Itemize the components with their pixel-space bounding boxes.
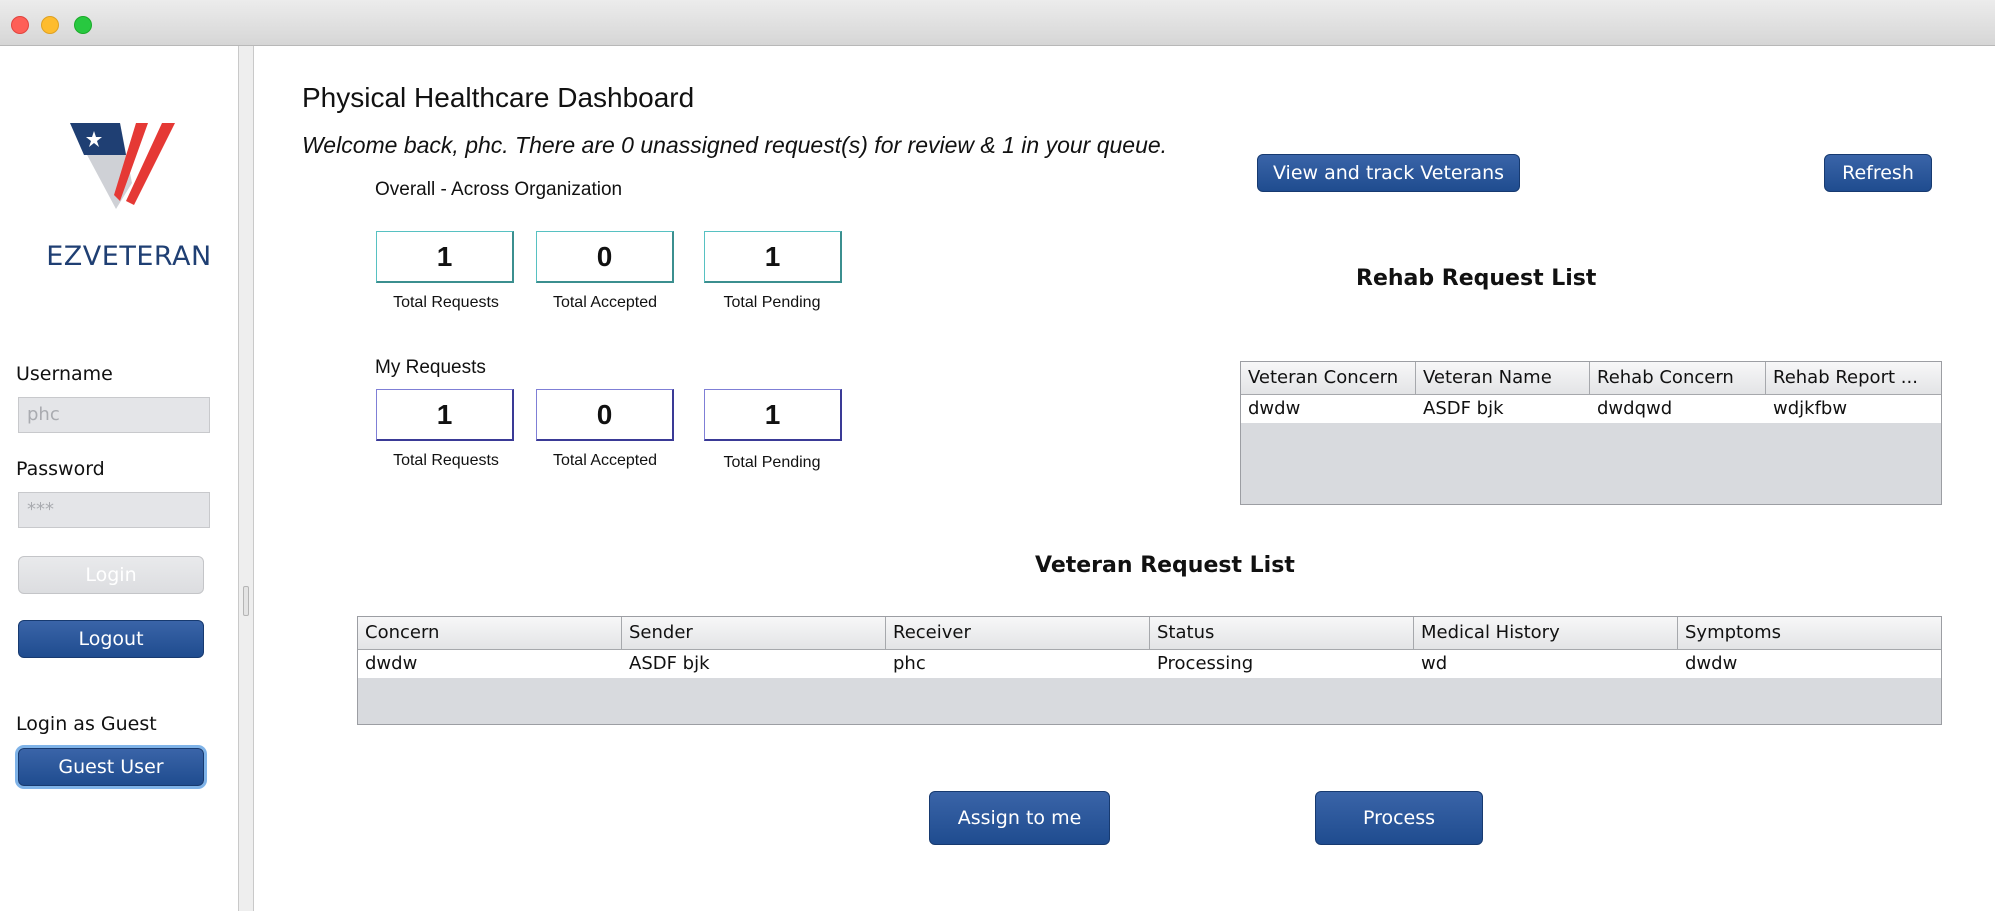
veteran-col-receiver[interactable]: Receiver	[886, 617, 1150, 649]
veteran-cell-status: Processing	[1157, 653, 1254, 674]
guest-label: Login as Guest	[16, 713, 157, 735]
veteran-table-header: Concern Sender Receiver Status Medical H…	[358, 617, 1941, 650]
rehab-cell-veteran-concern: dwdw	[1248, 398, 1301, 419]
rehab-request-list-title: Rehab Request List	[1356, 266, 1597, 291]
my-total-accepted-value: 0	[536, 389, 674, 441]
split-pane-divider[interactable]	[238, 46, 254, 911]
veteran-cell-symptoms: dwdw	[1685, 653, 1738, 674]
veteran-cell-medical-history: wd	[1421, 653, 1448, 674]
close-window-button[interactable]	[11, 16, 29, 34]
table-row[interactable]: dwdw ASDF bjk dwdqwd wdjkfbw	[1241, 395, 1941, 423]
overall-total-accepted-value: 0	[536, 231, 674, 283]
veteran-cell-receiver: phc	[893, 653, 926, 674]
veteran-cell-concern: dwdw	[365, 653, 418, 674]
password-label: Password	[16, 458, 105, 480]
ezveteran-logo	[70, 123, 175, 209]
process-button[interactable]: Process	[1315, 791, 1483, 845]
veteran-col-sender[interactable]: Sender	[622, 617, 886, 649]
rehab-col-rehab-report[interactable]: Rehab Report ...	[1766, 362, 1941, 394]
minimize-window-button[interactable]	[41, 16, 59, 34]
veteran-request-table: Concern Sender Receiver Status Medical H…	[357, 616, 1942, 725]
rehab-col-rehab-concern[interactable]: Rehab Concern	[1590, 362, 1766, 394]
my-total-requests-caption: Total Requests	[393, 452, 499, 469]
my-requests-section-label: My Requests	[375, 357, 486, 378]
my-total-pending-value: 1	[704, 389, 842, 441]
overall-total-pending-value: 1	[704, 231, 842, 283]
login-button[interactable]: Login	[18, 556, 204, 594]
overall-total-accepted-caption: Total Accepted	[552, 294, 658, 311]
app-window: EZVETERAN Username phc Password *** Logi…	[0, 0, 1995, 911]
assign-to-me-button[interactable]: Assign to me	[929, 791, 1110, 845]
overall-total-pending-caption: Total Pending	[723, 294, 821, 311]
overall-total-requests-caption: Total Requests	[393, 294, 499, 311]
overall-section-label: Overall - Across Organization	[375, 179, 623, 200]
guest-user-button[interactable]: Guest User	[18, 748, 204, 786]
logout-button[interactable]: Logout	[18, 620, 204, 658]
divider-grip-handle[interactable]	[243, 586, 249, 616]
veteran-cell-sender: ASDF bjk	[629, 653, 710, 674]
zoom-window-button[interactable]	[74, 16, 92, 34]
refresh-button[interactable]: Refresh	[1824, 154, 1932, 192]
veteran-col-medical-history[interactable]: Medical History	[1414, 617, 1678, 649]
overall-total-requests-value: 1	[376, 231, 514, 283]
rehab-request-table: Veteran Concern Veteran Name Rehab Conce…	[1240, 361, 1942, 505]
veteran-col-status[interactable]: Status	[1150, 617, 1414, 649]
rehab-table-header: Veteran Concern Veteran Name Rehab Conce…	[1241, 362, 1941, 395]
rehab-cell-rehab-concern: dwdqwd	[1597, 398, 1673, 419]
veteran-col-symptoms[interactable]: Symptoms	[1678, 617, 1941, 649]
rehab-col-veteran-concern[interactable]: Veteran Concern	[1241, 362, 1416, 394]
dashboard-panel: Physical Healthcare Dashboard Welcome ba…	[254, 46, 1995, 911]
rehab-cell-veteran-name: ASDF bjk	[1423, 398, 1504, 419]
my-total-requests-value: 1	[376, 389, 514, 441]
password-field[interactable]: ***	[18, 492, 210, 528]
my-total-pending-caption: Total Pending	[723, 454, 821, 471]
sidebar: EZVETERAN Username phc Password *** Logi…	[0, 46, 238, 911]
username-label: Username	[16, 363, 113, 385]
veteran-request-list-title: Veteran Request List	[1035, 553, 1295, 578]
rehab-cell-rehab-report: wdjkfbw	[1773, 398, 1848, 419]
welcome-message: Welcome back, phc. There are 0 unassigne…	[302, 132, 1168, 158]
table-row[interactable]: dwdw ASDF bjk phc Processing wd dwdw	[358, 650, 1941, 678]
my-total-accepted-caption: Total Accepted	[552, 452, 658, 469]
veteran-col-concern[interactable]: Concern	[358, 617, 622, 649]
view-track-veterans-button[interactable]: View and track Veterans	[1257, 154, 1520, 192]
rehab-col-veteran-name[interactable]: Veteran Name	[1416, 362, 1590, 394]
username-field[interactable]: phc	[18, 397, 210, 433]
brand-name: EZVETERAN	[46, 241, 212, 272]
page-title: Physical Healthcare Dashboard	[302, 82, 695, 113]
title-bar	[0, 0, 1995, 46]
